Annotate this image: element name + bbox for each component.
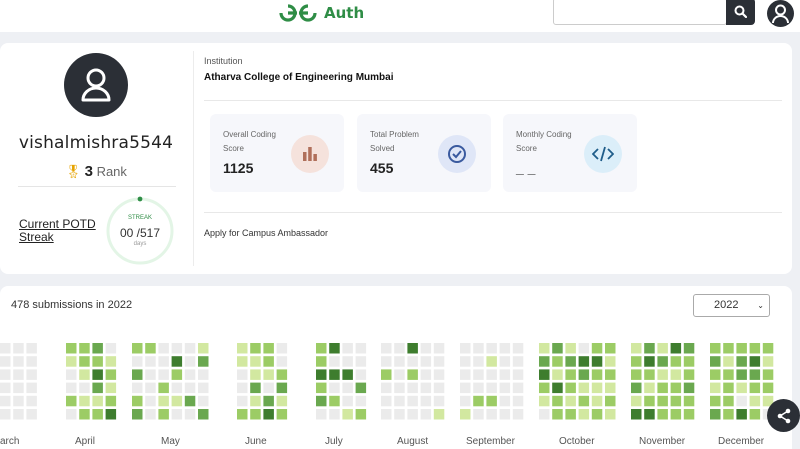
potd-streak-link[interactable]: Current POTD Streak bbox=[19, 218, 109, 244]
search-icon bbox=[734, 5, 747, 18]
overall-coding-score-card: Overall Coding Score 1125 bbox=[210, 114, 344, 192]
month-label: arch bbox=[0, 436, 20, 447]
streak-unit: days bbox=[133, 241, 147, 247]
search-button[interactable] bbox=[726, 0, 755, 25]
chevron-down-icon: ⌄ bbox=[757, 301, 764, 310]
gfg-logo-icon bbox=[279, 4, 317, 22]
month-label: April bbox=[75, 436, 96, 447]
share-icon bbox=[777, 408, 790, 423]
bar-chart-icon bbox=[291, 135, 329, 173]
institution-label: Institution bbox=[204, 56, 243, 66]
logo-text: Auth bbox=[324, 4, 365, 22]
stat-value: _ _ bbox=[516, 160, 536, 176]
streak-label: STREAK bbox=[127, 215, 152, 221]
month-label: August bbox=[397, 436, 429, 447]
month-label: December bbox=[718, 436, 765, 447]
user-icon bbox=[772, 4, 789, 24]
rank-value: 3 bbox=[84, 163, 93, 180]
month-label: May bbox=[161, 436, 180, 447]
vertical-divider bbox=[193, 51, 194, 266]
month-label: July bbox=[325, 436, 343, 447]
year-select-value: 2022 bbox=[714, 299, 739, 311]
streak-value: 00 /517 bbox=[119, 226, 161, 240]
search-input[interactable] bbox=[553, 0, 727, 25]
top-navbar: Auth bbox=[0, 0, 800, 32]
stat-label: Monthly Coding Score bbox=[516, 130, 572, 153]
avatar bbox=[64, 53, 128, 117]
gfg-logo[interactable]: Auth bbox=[278, 2, 364, 24]
stat-value: 1125 bbox=[223, 160, 254, 176]
rank: 🎖 3 Rank bbox=[0, 163, 192, 180]
rank-label: Rank bbox=[96, 164, 127, 179]
month-label: October bbox=[559, 436, 595, 447]
institution-name: Atharva College of Engineering Mumbai bbox=[204, 72, 394, 83]
code-icon bbox=[584, 135, 622, 173]
monthly-coding-score-card: Monthly Coding Score _ _ bbox=[503, 114, 637, 192]
divider bbox=[204, 212, 782, 213]
medal-icon: 🎖 bbox=[65, 164, 82, 179]
stat-value: 455 bbox=[370, 160, 394, 176]
divider bbox=[204, 100, 782, 101]
avatar-user-icon bbox=[81, 68, 111, 102]
username: vishalmishra5544 bbox=[18, 133, 174, 153]
month-label: November bbox=[639, 436, 686, 447]
stat-label: Overall Coding Score bbox=[223, 130, 276, 153]
stat-label: Total Problem Solved bbox=[370, 130, 419, 153]
total-problem-solved-card: Total Problem Solved 455 bbox=[357, 114, 491, 192]
campus-ambassador-link[interactable]: Apply for Campus Ambassador bbox=[204, 228, 328, 238]
check-circle-icon bbox=[438, 135, 476, 173]
user-menu-button[interactable] bbox=[767, 0, 794, 27]
year-select[interactable]: 2022 ⌄ bbox=[693, 294, 770, 317]
submissions-summary: 478 submissions in 2022 bbox=[11, 299, 133, 311]
month-label: June bbox=[245, 436, 267, 447]
divider bbox=[18, 186, 176, 187]
share-button[interactable] bbox=[767, 399, 800, 432]
month-label: September bbox=[466, 436, 515, 447]
